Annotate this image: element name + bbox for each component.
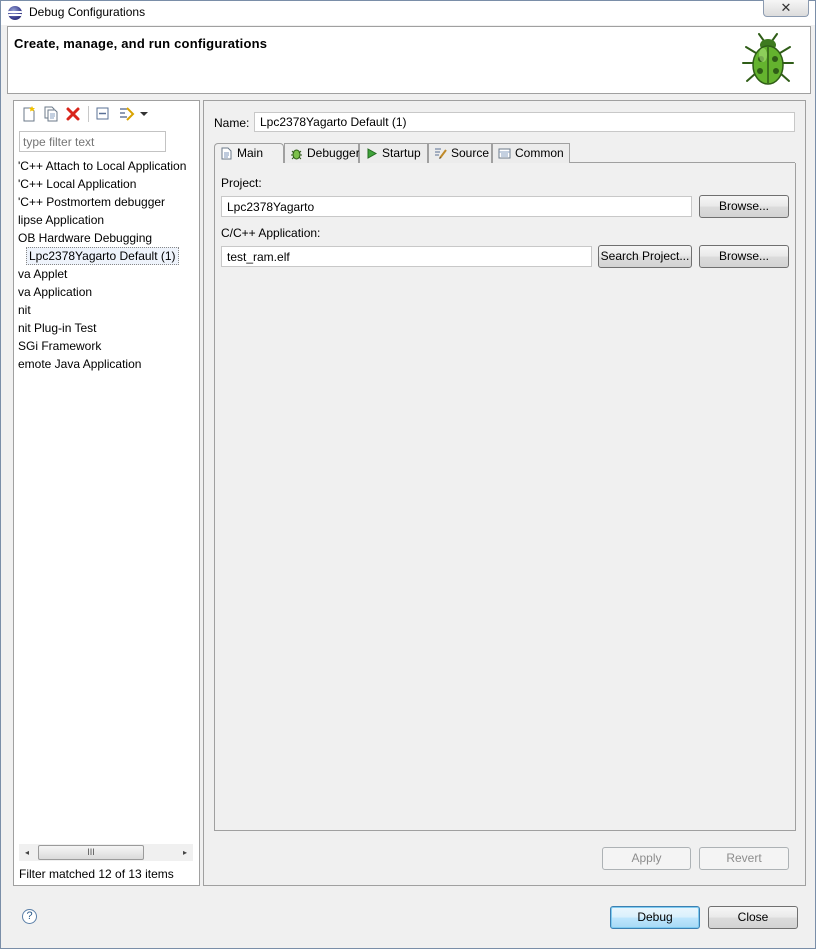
- scroll-thumb[interactable]: III: [38, 845, 144, 860]
- tree-item[interactable]: 'C++ Postmortem debugger: [14, 193, 199, 211]
- tab-main-label: Main: [237, 146, 264, 160]
- tab-main[interactable]: Main: [214, 143, 284, 163]
- configuration-tree: 'C++ Attach to Local Application 'C++ Lo…: [14, 157, 199, 837]
- new-config-icon[interactable]: [20, 105, 38, 123]
- list-toolbar: [18, 105, 188, 125]
- tree-item[interactable]: emote Java Application: [14, 355, 199, 373]
- common-tab-icon: [498, 148, 511, 159]
- filter-input[interactable]: [19, 131, 166, 152]
- tab-startup-label: Startup: [382, 146, 421, 160]
- filter-icon[interactable]: [118, 105, 136, 123]
- tree-item[interactable]: lipse Application: [14, 211, 199, 229]
- project-label: Project:: [221, 176, 262, 190]
- application-browse-button[interactable]: Browse...: [699, 245, 789, 268]
- debug-button[interactable]: Debug: [610, 906, 700, 929]
- configuration-editor-pane: Name: Main Debugger Startup Source Commo…: [203, 100, 806, 886]
- tab-strip: Main Debugger Startup Source Common: [214, 143, 796, 163]
- tab-source-label: Source: [451, 146, 490, 160]
- tab-debugger-label: Debugger: [307, 146, 360, 160]
- tree-item[interactable]: va Applet: [14, 265, 199, 283]
- header-banner: Create, manage, and run configurations: [7, 26, 811, 94]
- tree-item[interactable]: va Application: [14, 283, 199, 301]
- tab-debugger[interactable]: Debugger: [284, 143, 360, 163]
- close-button[interactable]: Close: [708, 906, 798, 929]
- bug-icon: [742, 33, 794, 85]
- help-icon[interactable]: ?: [22, 909, 37, 924]
- scroll-left-icon[interactable]: ◂: [19, 844, 35, 861]
- source-tab-icon: [435, 148, 447, 159]
- application-field[interactable]: [221, 246, 592, 267]
- filter-status: Filter matched 12 of 13 items: [19, 867, 174, 881]
- tree-item[interactable]: nit Plug-in Test: [14, 319, 199, 337]
- collapse-all-icon[interactable]: [94, 105, 112, 123]
- tab-common[interactable]: Common: [492, 143, 570, 163]
- search-project-button[interactable]: Search Project...: [598, 245, 692, 268]
- application-label: C/C++ Application:: [221, 226, 321, 240]
- tab-common-label: Common: [515, 146, 564, 160]
- tree-item[interactable]: OB Hardware Debugging: [14, 229, 199, 247]
- configuration-list-pane: 'C++ Attach to Local Application 'C++ Lo…: [13, 100, 200, 886]
- debugger-tab-icon: [291, 149, 302, 160]
- tab-source[interactable]: Source: [428, 143, 492, 163]
- project-field[interactable]: [221, 196, 692, 217]
- tree-item[interactable]: nit: [14, 301, 199, 319]
- apply-button[interactable]: Apply: [602, 847, 691, 870]
- project-browse-button[interactable]: Browse...: [699, 195, 789, 218]
- tab-startup[interactable]: Startup: [359, 143, 428, 163]
- name-label: Name:: [214, 116, 250, 130]
- scroll-right-icon[interactable]: ▸: [177, 844, 193, 861]
- tree-item[interactable]: 'C++ Local Application: [14, 175, 199, 193]
- debug-configurations-window: Debug Configurations ✕ Create, manage, a…: [0, 0, 816, 949]
- toolbar-separator: [88, 106, 89, 122]
- main-tab-icon: [221, 147, 232, 160]
- horizontal-scrollbar[interactable]: ◂ III ▸: [19, 844, 193, 861]
- window-close-button[interactable]: ✕: [763, 0, 809, 17]
- tree-item[interactable]: 'C++ Attach to Local Application: [14, 157, 199, 175]
- dropdown-arrow-icon[interactable]: [138, 105, 150, 123]
- banner-heading: Create, manage, and run configurations: [14, 36, 268, 51]
- title-bar: Debug Configurations ✕: [1, 0, 815, 25]
- name-field[interactable]: [254, 112, 795, 132]
- tree-item-selected[interactable]: Lpc2378Yagarto Default (1): [14, 247, 199, 265]
- delete-icon[interactable]: [64, 105, 82, 123]
- eclipse-icon: [8, 6, 22, 20]
- window-title: Debug Configurations: [29, 5, 146, 19]
- revert-button[interactable]: Revert: [699, 847, 789, 870]
- startup-tab-icon: [367, 148, 378, 159]
- tree-item[interactable]: SGi Framework: [14, 337, 199, 355]
- duplicate-icon[interactable]: [42, 105, 60, 123]
